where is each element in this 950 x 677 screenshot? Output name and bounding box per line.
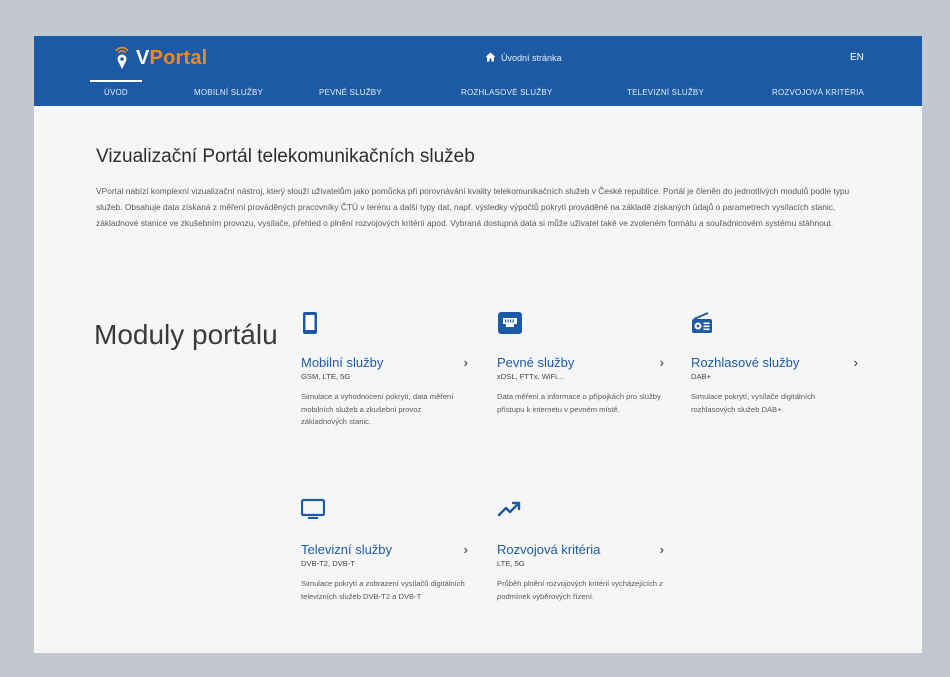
module-card-rozhlasove-sluzby[interactable]: Rozhlasové služby › DAB+ Simulace pokryt… (691, 311, 866, 441)
modules-heading: Moduly portálu (94, 319, 278, 350)
home-link[interactable]: Úvodní stránka (485, 52, 562, 64)
module-card-rozvojova-kriteria[interactable]: Rozvojová kritéria › LTE, 5G Průběh plně… (497, 498, 672, 628)
nav-item-pevne-sluzby[interactable]: Pevné služby (319, 88, 382, 97)
ethernet-port-icon (497, 311, 523, 340)
module-description: Simulace pokrytí a zobrazení vysílačů di… (301, 579, 465, 601)
radio-icon (691, 311, 713, 340)
vportal-logo[interactable]: VPortal (112, 44, 207, 72)
header-bar: VPortal Úvodní stránka EN Úvod Mobilní s… (34, 36, 922, 106)
location-pin-icon (112, 45, 132, 71)
nav-item-rozhlasove-sluzby[interactable]: Rozhlasové služby (461, 88, 552, 97)
module-subtitle: DVB-T2, DVB-T (301, 559, 356, 568)
logo-text: VPortal (136, 47, 207, 70)
main-nav: Úvod Mobilní služby Pevné služby Rozhlas… (34, 80, 922, 106)
nav-item-televizni-sluzby[interactable]: Televizní služby (627, 88, 704, 97)
chevron-right-icon[interactable]: › (854, 355, 858, 370)
nav-item-rozvojova-kriteria[interactable]: Rozvojová kritéria (772, 88, 864, 97)
intro-paragraph: VPortal nabízí komplexní vizualizační ná… (96, 186, 850, 228)
chevron-right-icon[interactable]: › (464, 355, 468, 370)
logo-text-portal: Portal (149, 46, 208, 69)
television-icon (300, 498, 326, 525)
module-subtitle: GSM, LTE, 5G (301, 372, 351, 381)
module-card-televizni-sluzby[interactable]: Televizní služby › DVB-T2, DVB-T Simulac… (300, 498, 476, 628)
chevron-right-icon[interactable]: › (660, 355, 664, 370)
module-description: Simulace a vyhodnocení pokrytí, data měř… (301, 392, 454, 426)
home-icon (485, 52, 501, 64)
trending-up-icon (497, 498, 523, 525)
nav-item-uvod[interactable]: Úvod (90, 80, 142, 97)
module-title[interactable]: Rozhlasové služby (691, 355, 799, 370)
language-switch[interactable]: EN (850, 52, 864, 63)
module-card-mobilni-sluzby[interactable]: Mobilní služby › GSM, LTE, 5G Simulace a… (301, 311, 476, 441)
module-description: Data měření a informace o přípojkách pro… (497, 392, 661, 414)
nav-item-mobilni-sluzby[interactable]: Mobilní služby (194, 88, 263, 97)
page-title: Vizualizační Portál telekomunikačních sl… (96, 146, 475, 167)
module-card-pevne-sluzby[interactable]: Pevné služby › xDSL, FTTx, WiFi... Data … (497, 311, 672, 441)
module-subtitle: LTE, 5G (497, 559, 525, 568)
page-frame: VPortal Úvodní stránka EN Úvod Mobilní s… (34, 36, 922, 653)
module-title[interactable]: Mobilní služby (301, 355, 383, 370)
module-subtitle: xDSL, FTTx, WiFi... (497, 372, 564, 381)
logo-text-v: V (136, 46, 150, 69)
smartphone-icon (301, 311, 319, 340)
home-link-label: Úvodní stránka (501, 53, 562, 63)
module-description: Simulace pokrytí, vysílače digitálních r… (691, 392, 816, 414)
module-title[interactable]: Pevné služby (497, 355, 574, 370)
module-title[interactable]: Televizní služby (301, 542, 392, 557)
module-description: Průběh plnění rozvojových kritérií vychá… (497, 579, 663, 601)
chevron-right-icon[interactable]: › (660, 542, 664, 557)
module-subtitle: DAB+ (691, 372, 712, 381)
chevron-right-icon[interactable]: › (464, 542, 468, 557)
module-title[interactable]: Rozvojová kritéria (497, 542, 600, 557)
